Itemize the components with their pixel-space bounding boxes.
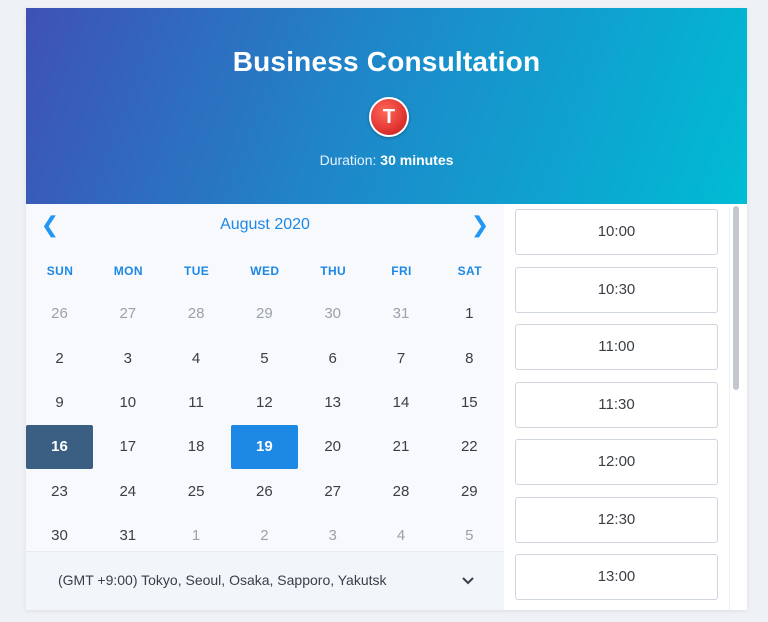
time-slot-button[interactable]: 10:00: [515, 209, 718, 255]
weekday-sat: SAT: [457, 264, 482, 278]
duration-info: Duration: 30 minutes: [26, 152, 747, 168]
event-title: Business Consultation: [232, 46, 541, 77]
day-cell[interactable]: 28: [368, 470, 435, 514]
chevron-right-icon[interactable]: ❯: [466, 212, 494, 240]
day-cell[interactable]: 26: [231, 470, 298, 514]
weekday-fri: FRI: [391, 264, 412, 278]
duration-label: Duration:: [319, 152, 377, 168]
day-cell[interactable]: 14: [368, 381, 435, 425]
day-cell[interactable]: 18: [163, 425, 230, 469]
day-cell[interactable]: 26: [26, 292, 93, 336]
duration-value: 30 minutes: [380, 152, 454, 168]
host-avatar: T: [369, 97, 409, 137]
time-slot-button[interactable]: 11:30: [515, 381, 718, 428]
day-cell[interactable]: 27: [299, 470, 366, 514]
time-slot-button[interactable]: 12:00: [515, 439, 718, 485]
date-picker: ❮ August 2020 ❯ SUN MON TUE WED THU FRI SAT 26…: [26, 204, 504, 610]
day-cell[interactable]: 12: [231, 381, 298, 425]
scrollbar-thumb[interactable]: [733, 206, 739, 390]
day-cell[interactable]: 25: [163, 470, 230, 514]
time-slot-button[interactable]: 12:30: [515, 496, 718, 543]
day-cell[interactable]: 21: [368, 425, 435, 469]
month-navigation: ❮ August 2020 ❯: [26, 204, 504, 246]
time-slot-list: 10:00 10:30 11:00 11:30 12:00 12:30 13:00: [504, 204, 747, 610]
time-slot-button[interactable]: 11:00: [515, 324, 718, 370]
day-cell[interactable]: 9: [26, 381, 93, 425]
avatar-letter: T: [382, 106, 396, 128]
weekday-wed: WED: [250, 264, 280, 278]
day-cell-selected[interactable]: 19: [230, 425, 298, 469]
day-cell[interactable]: 7: [368, 337, 435, 381]
day-cell[interactable]: 30: [299, 292, 366, 336]
day-cell[interactable]: 31: [368, 292, 435, 336]
day-cell[interactable]: 17: [94, 425, 161, 469]
month-label: August 2020: [220, 216, 310, 233]
day-cell[interactable]: 11: [163, 381, 230, 425]
day-cell[interactable]: 6: [299, 337, 366, 381]
time-slot-button[interactable]: 10:30: [515, 266, 718, 313]
day-cell[interactable]: 15: [436, 381, 503, 425]
weekday-sun: SUN: [46, 264, 74, 278]
day-cell[interactable]: 13: [299, 381, 366, 425]
day-cell[interactable]: 5: [231, 337, 298, 381]
day-cell[interactable]: 23: [26, 470, 93, 514]
day-cell[interactable]: 24: [94, 470, 161, 514]
day-cell[interactable]: 27: [94, 292, 161, 336]
day-cell[interactable]: 4: [163, 337, 230, 381]
weekday-header: SUN MON TUE WED THU FRI SAT: [26, 264, 504, 280]
day-cell[interactable]: 29: [231, 292, 298, 336]
day-cell[interactable]: 3: [94, 337, 161, 381]
chevron-down-icon: [458, 568, 478, 592]
day-cell[interactable]: 2: [26, 337, 93, 381]
day-cell[interactable]: 22: [436, 425, 503, 469]
day-cell[interactable]: 8: [436, 337, 503, 381]
time-slot-button[interactable]: 13:00: [515, 554, 718, 600]
event-header: Business Consultation T Duration: 30 min…: [26, 8, 747, 204]
slot-scrollbar[interactable]: [729, 206, 741, 610]
booking-widget: Business Consultation T Duration: 30 min…: [26, 8, 747, 610]
timezone-select[interactable]: (GMT +9:00) Tokyo, Seoul, Osaka, Sapporo…: [26, 551, 504, 610]
day-cell[interactable]: 28: [163, 292, 230, 336]
day-cell[interactable]: 10: [94, 381, 161, 425]
weekday-thu: THU: [320, 264, 347, 278]
day-cell-today[interactable]: 16: [26, 425, 93, 469]
weekday-tue: TUE: [183, 264, 210, 278]
day-cell[interactable]: 29: [436, 470, 503, 514]
day-cell[interactable]: 20: [299, 425, 366, 469]
weekday-mon: MON: [113, 264, 143, 278]
day-cell[interactable]: 1: [436, 292, 503, 336]
timezone-value: (GMT +9:00) Tokyo, Seoul, Osaka, Sapporo…: [58, 572, 387, 588]
